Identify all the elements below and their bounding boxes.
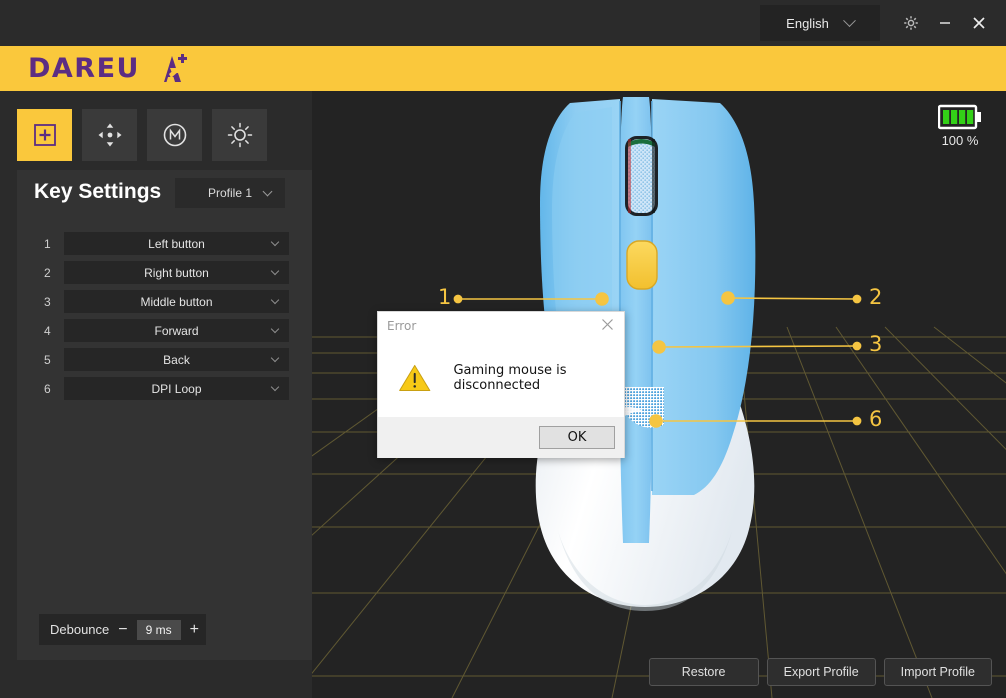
chevron-down-icon bbox=[842, 13, 856, 27]
app-window: English DAREU Key Settings Profile 1 1 L… bbox=[0, 0, 1006, 698]
import-profile-button[interactable]: Import Profile bbox=[883, 658, 992, 686]
key-row: 1 Left button bbox=[17, 232, 312, 255]
close-icon bbox=[973, 17, 985, 29]
debounce-decrement-button[interactable]: − bbox=[118, 621, 127, 638]
tab-light-settings[interactable] bbox=[212, 109, 267, 161]
chevron-down-icon bbox=[262, 186, 273, 197]
profile-label: Profile 1 bbox=[207, 186, 253, 200]
key-number: 4 bbox=[44, 323, 51, 338]
dialog-ok-button[interactable]: OK bbox=[539, 426, 615, 449]
sun-icon bbox=[227, 122, 252, 148]
close-button[interactable] bbox=[962, 3, 996, 43]
title-bar: English bbox=[0, 0, 1006, 46]
key-assign-select-5[interactable]: Back bbox=[64, 348, 289, 371]
key-settings-panel: Key Settings Profile 1 1 Left button 2 R… bbox=[17, 170, 312, 660]
key-assign-label: Forward bbox=[154, 323, 199, 338]
minimize-button[interactable] bbox=[928, 3, 962, 43]
dialog-close-button[interactable] bbox=[597, 314, 618, 337]
brand-name: DAREU bbox=[28, 53, 140, 84]
key-number: 1 bbox=[44, 236, 51, 251]
key-assign-label: DPI Loop bbox=[151, 381, 202, 396]
dialog-title-bar: Error bbox=[378, 312, 624, 339]
tab-dpi-settings[interactable] bbox=[82, 109, 137, 161]
dialog-footer: OK bbox=[378, 417, 624, 458]
key-row: 4 Forward bbox=[17, 319, 312, 342]
debounce-stepper: Debounce − 9 ms + bbox=[39, 614, 206, 645]
key-assign-select-2[interactable]: Right button bbox=[64, 261, 289, 284]
brand-bar: DAREU bbox=[0, 46, 1006, 91]
chevron-down-icon bbox=[270, 382, 280, 392]
chevron-down-icon bbox=[270, 295, 280, 305]
key-number: 3 bbox=[44, 294, 51, 309]
key-row: 3 Middle button bbox=[17, 290, 312, 313]
restore-button[interactable]: Restore bbox=[648, 658, 759, 686]
key-assign-select-3[interactable]: Middle button bbox=[64, 290, 289, 313]
page-title: Key Settings bbox=[34, 180, 162, 203]
gear-icon bbox=[904, 16, 918, 30]
debounce-label: Debounce bbox=[50, 622, 110, 637]
key-assign-select-1[interactable]: Left button bbox=[64, 232, 289, 255]
key-assign-label: Back bbox=[163, 352, 190, 367]
dialog-message: Gaming mouse is disconnected bbox=[453, 363, 567, 393]
key-assign-select-4[interactable]: Forward bbox=[64, 319, 289, 342]
four-arrows-icon bbox=[98, 123, 121, 147]
key-number: 2 bbox=[44, 265, 51, 280]
plus-square-icon bbox=[33, 124, 56, 146]
tab-macro-settings[interactable] bbox=[147, 109, 202, 161]
key-number: 5 bbox=[44, 352, 51, 367]
export-profile-button[interactable]: Export Profile bbox=[766, 658, 876, 686]
language-label: English bbox=[786, 15, 829, 31]
dialog-title: Error bbox=[387, 318, 417, 333]
error-dialog: Error Gaming mouse is disconnected OK bbox=[377, 311, 625, 458]
debounce-value[interactable]: 9 ms bbox=[136, 619, 181, 640]
key-assign-label: Right button bbox=[144, 265, 209, 280]
key-assignment-list: 1 Left button 2 Right button 3 Middle bu… bbox=[17, 232, 312, 400]
debounce-increment-button[interactable]: + bbox=[190, 621, 199, 638]
panel-header: Key Settings Profile 1 bbox=[17, 170, 312, 222]
key-assign-label: Left button bbox=[148, 236, 205, 251]
brand-mark-icon bbox=[163, 53, 187, 82]
key-row: 2 Right button bbox=[17, 261, 312, 284]
circle-m-icon bbox=[163, 123, 186, 147]
settings-button[interactable] bbox=[894, 3, 928, 43]
key-assign-select-6[interactable]: DPI Loop bbox=[64, 377, 289, 400]
profile-select[interactable]: Profile 1 bbox=[175, 178, 285, 208]
dareu-logo: DAREU bbox=[28, 51, 190, 87]
key-assign-label: Middle button bbox=[140, 294, 213, 309]
warning-triangle-icon bbox=[399, 364, 431, 392]
main-toolbar bbox=[17, 109, 267, 161]
chevron-down-icon bbox=[270, 237, 280, 247]
key-row: 5 Back bbox=[17, 348, 312, 371]
key-number: 6 bbox=[44, 381, 51, 396]
minimize-icon bbox=[940, 22, 950, 24]
battery-full-icon bbox=[938, 104, 981, 130]
language-select[interactable]: English bbox=[760, 5, 880, 41]
chevron-down-icon bbox=[270, 324, 280, 334]
dialog-body: Gaming mouse is disconnected bbox=[378, 339, 624, 417]
profile-actions: Restore Export Profile Import Profile bbox=[648, 658, 992, 686]
battery-indicator: 100 % bbox=[938, 104, 982, 148]
chevron-down-icon bbox=[270, 266, 280, 276]
key-row: 6 DPI Loop bbox=[17, 377, 312, 400]
close-icon bbox=[602, 319, 613, 330]
chevron-down-icon bbox=[270, 353, 280, 363]
battery-percent: 100 % bbox=[941, 133, 979, 148]
tab-key-settings[interactable] bbox=[17, 109, 72, 161]
